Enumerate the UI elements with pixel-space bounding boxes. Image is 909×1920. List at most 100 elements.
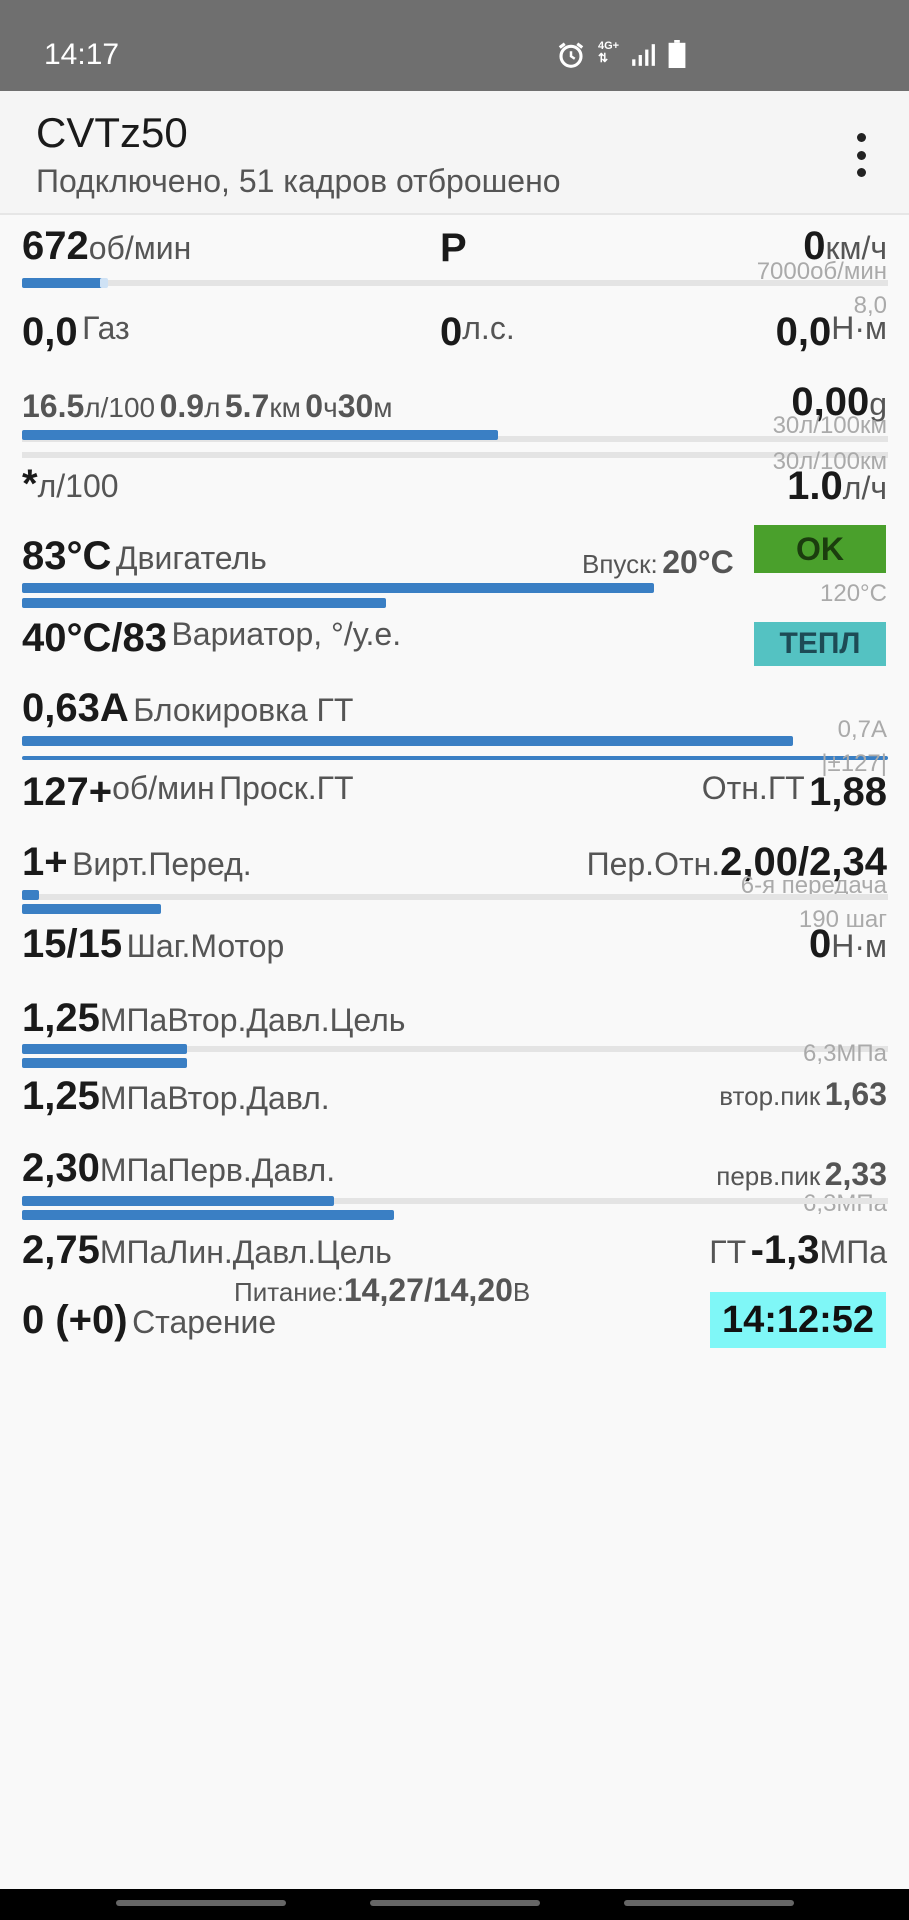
- supply-unit: В: [512, 1277, 531, 1307]
- alarm-icon: [558, 42, 584, 68]
- pri-pressure-unit: МПа: [99, 1152, 168, 1188]
- engine-temp-bar-2: [22, 598, 386, 608]
- network-4g-icon: 4G+ ⇅: [598, 40, 620, 65]
- power-value: 0: [440, 310, 463, 354]
- sec-pressure-bar: [22, 1058, 187, 1068]
- lockup-bar: [22, 736, 793, 746]
- trip-minutes-unit: м: [373, 392, 393, 423]
- step-torque-value: 0: [808, 922, 832, 966]
- rpm-bar-peak: [100, 278, 108, 288]
- cvt-temp-label: Вариатор, °/у.е.: [171, 616, 402, 652]
- aging-readout: 0 (+0) Старение: [22, 1298, 276, 1343]
- virt-gear-value: 1+: [22, 840, 68, 884]
- status-time: 14:17: [44, 38, 120, 71]
- virt-gear-bar-2: [22, 904, 161, 914]
- step-torque-unit: Н·м: [831, 928, 887, 964]
- hourly-value: 1.0: [787, 464, 843, 508]
- tc-ratio-readout: Отн.ГТ 1,88: [702, 770, 887, 815]
- fuel-trip-readout: 16.5л/100 0.9л 5.7км 0ч30м: [22, 388, 393, 425]
- sec-peak-value: 1,63: [824, 1076, 887, 1112]
- trip-hours-value: 0: [305, 388, 324, 424]
- aging-label: Старение: [132, 1304, 277, 1340]
- trip-minutes-value: 30: [337, 388, 374, 424]
- tc-pressure-value: -1,3: [750, 1228, 820, 1272]
- nav-recents-button[interactable]: [116, 1900, 286, 1906]
- cvt-temp-readout: 40°C/83 Вариатор, °/у.е.: [22, 616, 401, 661]
- hourly-consumption: 1.0л/ч: [787, 464, 887, 509]
- pri-pressure-value: 2,30: [22, 1146, 100, 1190]
- nav-home-button[interactable]: [370, 1900, 540, 1906]
- lockup-label: Блокировка ГТ: [133, 692, 354, 728]
- sec-target-value: 1,25: [22, 996, 100, 1040]
- torque-unit: Н·м: [831, 310, 887, 346]
- torque-readout: 0,0Н·м: [776, 310, 887, 355]
- instant-unit: л/100: [37, 468, 119, 504]
- hourly-unit: л/ч: [842, 470, 887, 506]
- more-vert-icon[interactable]: [846, 133, 876, 177]
- fuel-liters-unit: л: [204, 392, 221, 423]
- sec-target-unit: МПа: [99, 1002, 168, 1038]
- trip-hours-unit: ч: [323, 392, 338, 423]
- aging-value: 0 (+0): [22, 1298, 128, 1342]
- tc-pressure-unit: МПа: [819, 1234, 887, 1270]
- slip-unit: об/мин: [112, 770, 215, 806]
- timestamp-badge: 14:12:52: [710, 1292, 886, 1348]
- fuel-l100-value: 16.5: [22, 388, 85, 424]
- sec-pressure-unit: МПа: [99, 1080, 168, 1116]
- virt-gear-track: [22, 894, 888, 900]
- app-title: CVTz50: [36, 109, 188, 156]
- virt-gear-label: Вирт.Перед.: [72, 846, 252, 882]
- intake-label: Впуск:: [582, 549, 658, 579]
- lockup-scale: 0,7А: [837, 716, 887, 743]
- engine-temp-readout: 83°C Двигатель: [22, 534, 267, 579]
- instant-value: *: [22, 462, 38, 506]
- step-torque-readout: 0Н·м: [809, 922, 887, 967]
- fuel-liters-value: 0.9: [159, 388, 205, 424]
- lockup-value: 0,63А: [22, 686, 129, 730]
- pri-pressure-readout: 2,30МПаПерв.Давл.: [22, 1146, 335, 1191]
- sec-target-readout: 1,25МПаВтор.Давл.Цель: [22, 996, 405, 1041]
- trip-km-unit: км: [269, 392, 301, 423]
- fuel-bar: [22, 430, 498, 440]
- cvt-temp-value: 40°C/83: [22, 616, 167, 660]
- sec-peak-readout: втор.пик 1,63: [719, 1076, 887, 1113]
- engine-temp-bar: [22, 583, 654, 593]
- lockup-bar-2: [22, 756, 888, 760]
- pri-peak-value: 2,33: [824, 1156, 887, 1192]
- gear-ratio-label: Пер.Отн.: [586, 846, 721, 882]
- step-motor-label: Шаг.Мотор: [126, 928, 285, 964]
- engine-status-badge: OK: [754, 525, 886, 573]
- pri-pressure-scale: 6,3МПа: [803, 1190, 887, 1218]
- fuel-l100-unit: л/100: [84, 392, 156, 423]
- slip-readout: 127+об/мин Проск.ГТ: [22, 770, 353, 815]
- sec-target-bar: [22, 1044, 187, 1054]
- step-motor-value: 15/15: [22, 922, 123, 966]
- connection-status: Подключено, 51 кадров отброшено: [36, 163, 561, 199]
- engine-temp-label: Двигатель: [115, 540, 267, 576]
- supply-value: 14,27/14,20: [343, 1272, 513, 1308]
- tc-ratio-value: 1,88: [809, 770, 887, 814]
- nav-back-button[interactable]: [624, 1900, 794, 1906]
- virt-gear-readout: 1+ Вирт.Перед.: [22, 840, 252, 885]
- supply-voltage-readout: Питание:14,27/14,20В: [234, 1272, 530, 1309]
- rpm-value: 672: [22, 224, 89, 268]
- instant-consumption: *л/100: [22, 462, 119, 507]
- sec-pressure-readout: 1,25МПаВтор.Давл.: [22, 1074, 330, 1119]
- line-pressure-readout: 2,75МПаЛин.Давл.Цель: [22, 1228, 392, 1273]
- sec-pressure-scale: 6,3МПа: [803, 1040, 887, 1067]
- tc-pressure-readout: ГТ -1,3МПа: [709, 1228, 887, 1273]
- throttle-readout: 0,0 Газ: [22, 310, 130, 355]
- pri-pressure-label: Перв.Давл.: [167, 1152, 336, 1188]
- engine-temp-value: 83°C: [22, 534, 112, 578]
- rpm-unit: об/мин: [88, 230, 192, 266]
- slip-label: Проск.ГТ: [219, 770, 354, 806]
- fuel-scale-1: 30л/100км: [772, 412, 887, 439]
- sec-pressure-label: Втор.Давл.: [167, 1080, 330, 1116]
- navigation-bar: [0, 1889, 909, 1920]
- pri-pressure-bar: [22, 1196, 334, 1206]
- rpm-track: [22, 280, 888, 286]
- line-pressure-unit: МПа: [99, 1234, 168, 1270]
- line-pressure-value: 2,75: [22, 1228, 100, 1272]
- tc-pressure-label: ГТ: [709, 1234, 747, 1270]
- tc-ratio-label: Отн.ГТ: [701, 770, 805, 806]
